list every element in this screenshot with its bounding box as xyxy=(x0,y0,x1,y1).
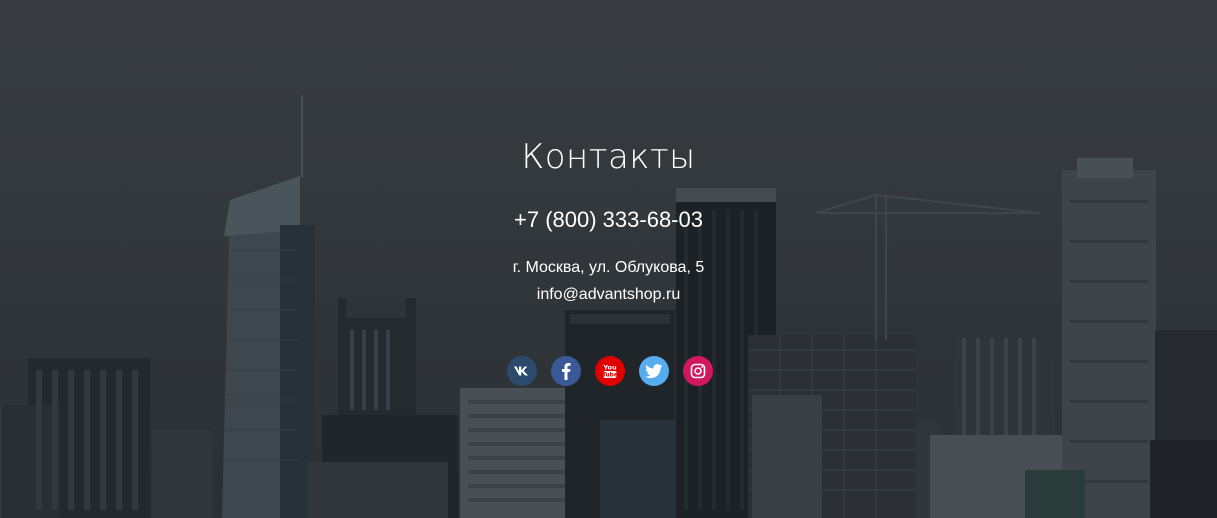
youtube-icon: You Tube xyxy=(602,364,618,379)
address-text: г. Москва, ул. Облукова, 5 xyxy=(512,259,705,276)
svg-text:Tube: Tube xyxy=(602,373,618,379)
instagram-icon xyxy=(690,363,705,379)
twitter-icon xyxy=(644,363,662,378)
youtube-link[interactable]: You Tube xyxy=(594,356,625,386)
phone-number[interactable]: +7 (800) 333-68-03 xyxy=(0,204,1217,236)
email-link[interactable]: info@advantshop.ru xyxy=(537,286,680,303)
contacts-content: Контакты +7 (800) 333-68-03 г. Москва, у… xyxy=(0,0,1217,518)
vk-link[interactable] xyxy=(506,356,537,386)
svg-text:You: You xyxy=(602,364,617,372)
instagram-link[interactable] xyxy=(682,356,713,386)
email-line: info@advantshop.ru xyxy=(0,283,1217,307)
vk-icon xyxy=(513,366,528,376)
contacts-hero-section: Контакты +7 (800) 333-68-03 г. Москва, у… xyxy=(0,0,1217,518)
social-links: You Tube xyxy=(0,356,1217,386)
twitter-link[interactable] xyxy=(638,356,669,386)
page-title: Контакты xyxy=(521,137,696,177)
facebook-icon xyxy=(561,363,570,380)
facebook-link[interactable] xyxy=(550,356,581,386)
